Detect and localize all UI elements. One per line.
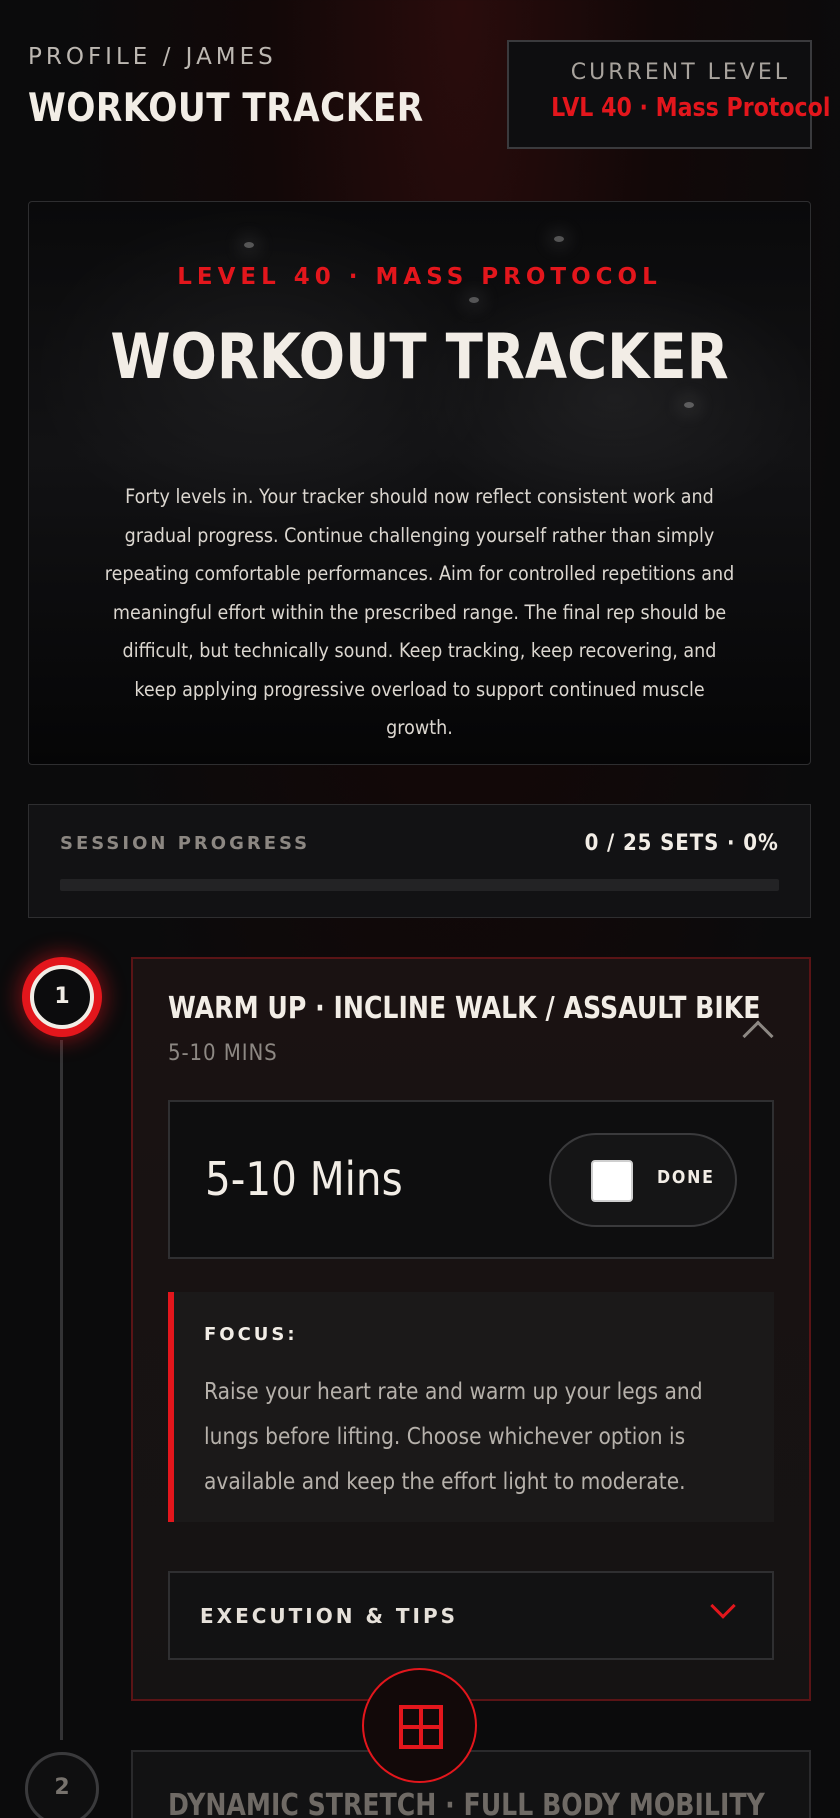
breadcrumb[interactable]: PROFILE / JAMES (28, 44, 277, 70)
session-progress-bar (60, 879, 779, 891)
hero-description: Forty levels in. Your tracker should now… (104, 485, 735, 739)
execution-tips-label: EXECUTION & TIPS (200, 1604, 458, 1628)
step-number: 1 (30, 965, 94, 1029)
exercise-card-dynamic-stretch[interactable]: DYNAMIC STRETCH · FULL BODY MOBILITY (131, 1750, 811, 1818)
done-label: DONE (657, 1167, 715, 1188)
timeline-line (60, 1040, 63, 1740)
step-badge-1: 1 (22, 957, 102, 1037)
step-badge-2: 2 (25, 1752, 99, 1818)
hero-eyebrow: LEVEL 40 · MASS PROTOCOL (177, 264, 662, 290)
done-toggle-button[interactable]: DONE (549, 1133, 737, 1227)
grid-menu-button[interactable] (362, 1668, 477, 1783)
exercise-title[interactable]: WARM UP · INCLINE WALK / ASSAULT BIKE (168, 991, 760, 1026)
grid-icon (399, 1705, 443, 1749)
chevron-down-icon[interactable] (710, 1593, 736, 1619)
hero-title: WORKOUT TRACKER (110, 320, 729, 393)
focus-text: Raise your heart rate and warm up your l… (204, 1379, 703, 1495)
hero-banner: LEVEL 40 · MASS PROTOCOL WORKOUT TRACKER… (28, 201, 811, 765)
focus-block: FOCUS: Raise your heart rate and warm up… (168, 1292, 774, 1522)
session-progress-label: SESSION PROGRESS (60, 833, 311, 854)
session-progress-card: SESSION PROGRESS 0 / 25 SETS · 0% (28, 804, 811, 918)
focus-label: FOCUS: (204, 1324, 298, 1345)
session-progress-stat: 0 / 25 SETS · 0% (584, 831, 779, 856)
set-row: 5-10 Mins DONE (168, 1100, 774, 1259)
page-title: WORKOUT TRACKER (28, 86, 424, 131)
exercise-title: DYNAMIC STRETCH · FULL BODY MOBILITY (168, 1788, 765, 1818)
exercise-card-warm-up: WARM UP · INCLINE WALK / ASSAULT BIKE 5-… (131, 957, 811, 1701)
current-level-caption: CURRENT LEVEL (570, 60, 790, 85)
current-level-box: CURRENT LEVEL LVL 40 · Mass Protocol (507, 40, 831, 149)
done-checkbox[interactable] (591, 1160, 633, 1202)
execution-tips-toggle[interactable]: EXECUTION & TIPS (168, 1571, 774, 1660)
page-header: PROFILE / JAMES WORKOUT TRACKER CURRENT … (28, 40, 831, 150)
exercise-subtitle: 5-10 MINS (168, 1041, 278, 1066)
set-value: 5-10 Mins (205, 1152, 403, 1206)
current-level-value: LVL 40 · Mass Protocol (551, 93, 831, 123)
